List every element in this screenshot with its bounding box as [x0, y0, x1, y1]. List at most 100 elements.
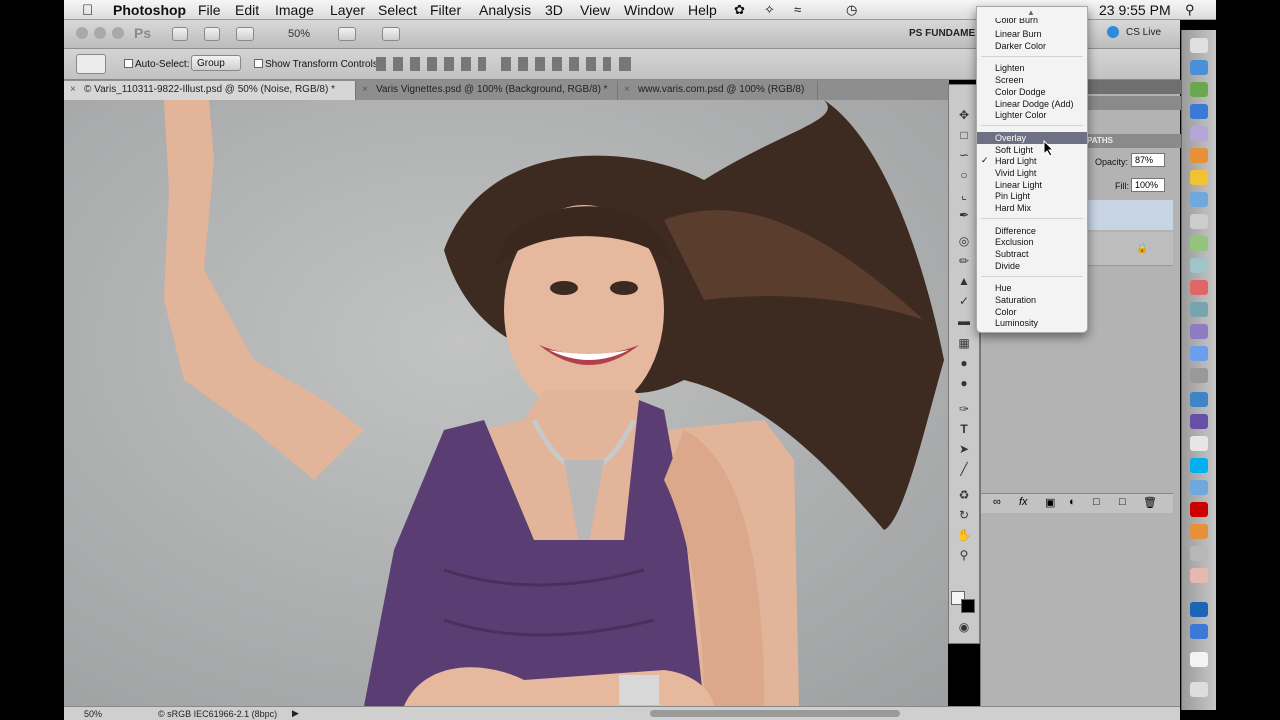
- app-icon[interactable]: [1190, 368, 1208, 383]
- menu-item-saturation[interactable]: Saturation: [977, 294, 1087, 306]
- menu-select[interactable]: Select: [378, 2, 417, 18]
- marquee-tool-icon[interactable]: □: [955, 127, 973, 143]
- bridge-dock-icon[interactable]: [1190, 524, 1208, 539]
- hand-tool-icon[interactable]: ✋: [955, 527, 973, 543]
- healing-brush-tool-icon[interactable]: ◎: [955, 233, 973, 249]
- trash-icon[interactable]: [1190, 682, 1208, 697]
- menu-app[interactable]: Photoshop: [113, 2, 186, 18]
- menu-item-luminosity[interactable]: Luminosity: [977, 317, 1087, 329]
- menu-edit[interactable]: Edit: [235, 2, 259, 18]
- menu-help[interactable]: Help: [688, 2, 717, 18]
- path-selection-tool-icon[interactable]: ➤: [955, 441, 973, 457]
- menu-file[interactable]: File: [198, 2, 221, 18]
- menu-item-overlay[interactable]: Overlay: [977, 132, 1087, 144]
- menu-window[interactable]: Window: [624, 2, 674, 18]
- status-menu-arrow-icon[interactable]: ▶: [292, 708, 299, 719]
- quick-select-tool-icon[interactable]: ○: [955, 167, 973, 183]
- gradient-tool-icon[interactable]: ▦: [955, 335, 973, 351]
- screen-mode-icon[interactable]: [382, 27, 400, 41]
- app-icon[interactable]: [1190, 480, 1208, 495]
- new-group-icon[interactable]: □: [1093, 496, 1100, 508]
- 3d-rotate-tool-icon[interactable]: ♻: [955, 487, 973, 503]
- crop-tool-icon[interactable]: ⌞: [955, 187, 973, 203]
- background-color-swatch[interactable]: [961, 599, 975, 613]
- menu-filter[interactable]: Filter: [430, 2, 461, 18]
- menu-layer[interactable]: Layer: [330, 2, 365, 18]
- tab-document-3[interactable]: × www.varis.com.psd @ 100% (RGB/8): [618, 81, 818, 100]
- app-icon[interactable]: [1190, 192, 1208, 207]
- skype-icon[interactable]: [1190, 458, 1208, 473]
- cs-live-button[interactable]: CS Live: [1126, 27, 1161, 38]
- app-icon[interactable]: [1190, 148, 1208, 163]
- menu-clock[interactable]: 23 9:55 PM: [1099, 2, 1171, 18]
- show-transform-checkbox[interactable]: [254, 59, 263, 68]
- scroll-up-arrow-icon[interactable]: ▲: [1027, 8, 1035, 17]
- type-tool-icon[interactable]: T: [955, 421, 973, 437]
- menu-analysis[interactable]: Analysis: [479, 2, 531, 18]
- history-brush-tool-icon[interactable]: ✓: [955, 293, 973, 309]
- app-icon[interactable]: [1190, 126, 1208, 141]
- finder-icon[interactable]: [1190, 38, 1208, 53]
- tab-document-1[interactable]: × © Varis_110311-9822-Illust.psd @ 50% (N…: [64, 81, 356, 100]
- arrange-documents-icon[interactable]: [338, 27, 356, 41]
- move-tool-icon[interactable]: ✥: [955, 107, 973, 123]
- menu-item-pin-light[interactable]: Pin Light: [977, 190, 1087, 202]
- menu-item-divide[interactable]: Divide: [977, 260, 1087, 272]
- fill-input[interactable]: 100%: [1131, 178, 1165, 192]
- 3d-orbit-tool-icon[interactable]: ↻: [955, 507, 973, 523]
- app-icon[interactable]: [1190, 170, 1208, 185]
- app-icon[interactable]: [1190, 258, 1208, 273]
- align-buttons[interactable]: [376, 57, 486, 71]
- menu-item-hard-light[interactable]: Hard Light: [977, 155, 1087, 167]
- brush-tool-icon[interactable]: ✏: [955, 253, 973, 269]
- minimize-window-button[interactable]: [94, 27, 106, 39]
- app-icon[interactable]: [1190, 302, 1208, 317]
- apple-icon[interactable]: : [82, 2, 93, 19]
- status-zoom[interactable]: 50%: [84, 709, 102, 719]
- distribute-buttons[interactable]: [501, 57, 611, 71]
- auto-align-icon[interactable]: [619, 57, 631, 71]
- menu-view[interactable]: View: [580, 2, 610, 18]
- app-icon[interactable]: [1190, 546, 1208, 561]
- close-tab-icon[interactable]: ×: [70, 84, 76, 95]
- app-icon[interactable]: [1190, 236, 1208, 251]
- link-layers-icon[interactable]: ∞: [993, 496, 1001, 508]
- bridge-icon[interactable]: [172, 27, 188, 41]
- quick-mask-icon[interactable]: ◉: [955, 619, 973, 635]
- paw-icon[interactable]: ✿: [734, 2, 745, 18]
- app-icon[interactable]: [1190, 568, 1208, 583]
- menu-item-screen[interactable]: Screen: [977, 74, 1087, 86]
- app-icon[interactable]: [1190, 414, 1208, 429]
- menu-item-exclusion[interactable]: Exclusion: [977, 236, 1087, 248]
- lasso-tool-icon[interactable]: ∽: [955, 147, 973, 163]
- menu-item-subtract[interactable]: Subtract: [977, 248, 1087, 260]
- menu-item-darker-color[interactable]: Darker Color: [977, 40, 1087, 52]
- lightroom-icon[interactable]: [1190, 392, 1208, 407]
- zoom-tool-icon[interactable]: ⚲: [955, 547, 973, 563]
- close-tab-icon[interactable]: ×: [624, 84, 630, 95]
- menu-image[interactable]: Image: [275, 2, 314, 18]
- new-layer-icon[interactable]: □: [1119, 496, 1126, 508]
- add-mask-icon[interactable]: ▣: [1045, 496, 1055, 509]
- wifi-icon[interactable]: ≈: [794, 2, 801, 17]
- zoom-level[interactable]: 50%: [288, 28, 310, 40]
- menu-item-hard-mix[interactable]: Hard Mix: [977, 202, 1087, 214]
- close-window-button[interactable]: [76, 27, 88, 39]
- blur-tool-icon[interactable]: ●: [955, 355, 973, 371]
- paths-tab[interactable]: PATHS: [1087, 136, 1113, 145]
- messages-icon[interactable]: [1190, 82, 1208, 97]
- app-icon[interactable]: [1190, 280, 1208, 295]
- shape-tool-icon[interactable]: ╱: [955, 461, 973, 477]
- horizontal-scrollbar[interactable]: [650, 710, 900, 717]
- safari-icon[interactable]: [1190, 60, 1208, 75]
- delete-layer-icon[interactable]: 🗑: [1143, 496, 1157, 509]
- app-icon[interactable]: [1190, 346, 1208, 361]
- app-icon[interactable]: [1190, 624, 1208, 639]
- mini-bridge-icon[interactable]: [204, 27, 220, 41]
- document-stack-icon[interactable]: [1190, 652, 1208, 667]
- menu-item-color-burn[interactable]: Color Burn: [977, 18, 1087, 26]
- menu-item-lighten[interactable]: Lighten: [977, 62, 1087, 74]
- close-tab-icon[interactable]: ×: [362, 84, 368, 95]
- app-icon[interactable]: [1190, 214, 1208, 229]
- menu-item-linear-burn[interactable]: Linear Burn: [977, 28, 1087, 40]
